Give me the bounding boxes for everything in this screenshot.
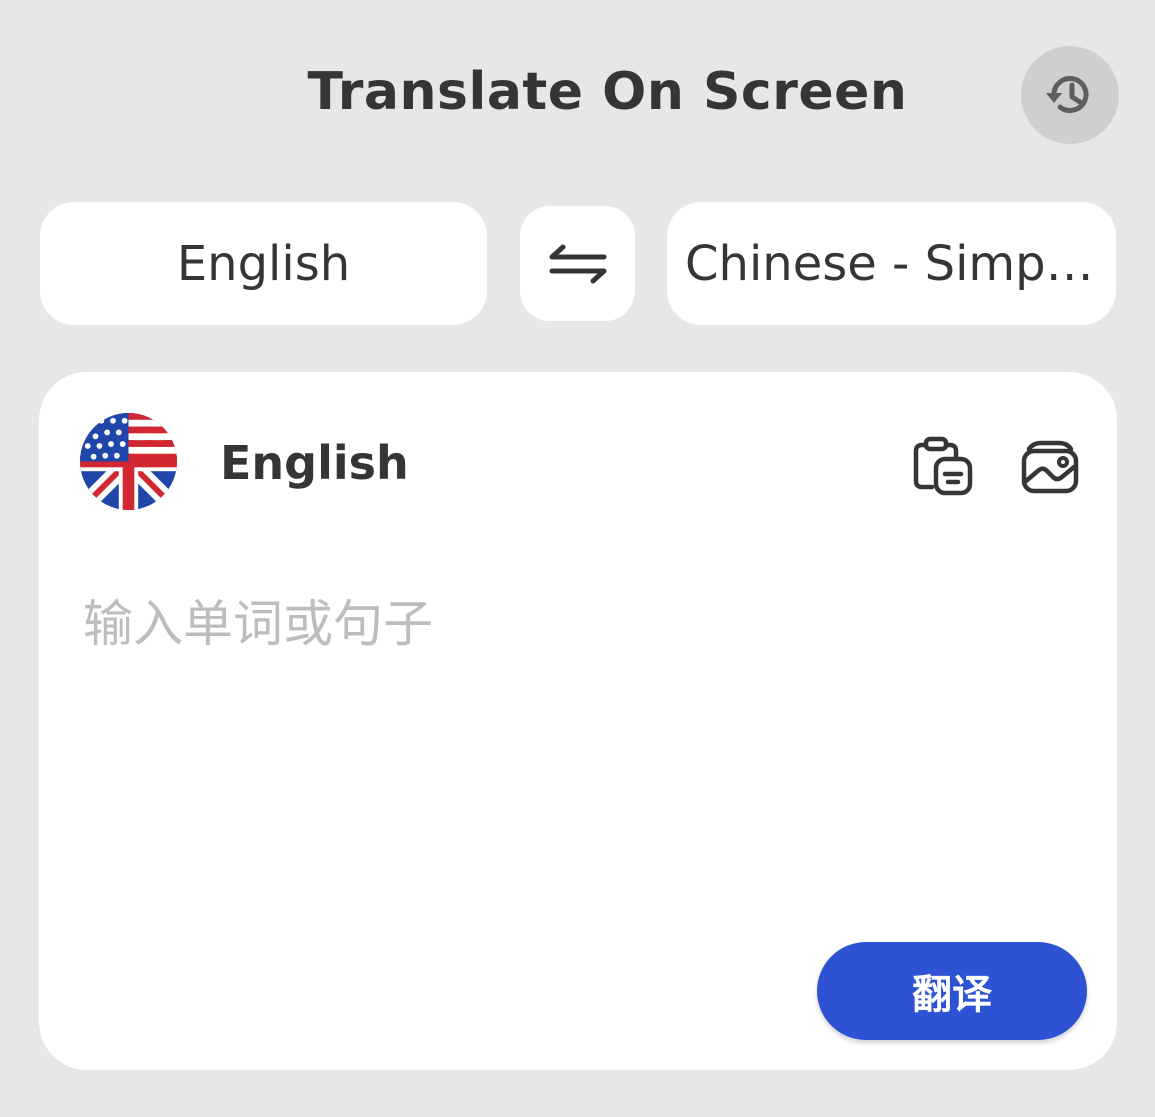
image-icon (1021, 440, 1079, 494)
translate-button[interactable]: 翻译 (817, 942, 1087, 1040)
image-translate-button[interactable] (1019, 436, 1081, 498)
source-text-input[interactable] (83, 584, 1063, 924)
swap-languages-button[interactable] (520, 206, 635, 321)
target-language-selector[interactable]: Chinese - Simpli... (667, 202, 1116, 325)
source-language-selector[interactable]: English (40, 202, 487, 325)
paste-button[interactable] (911, 434, 975, 498)
clipboard-paste-icon (913, 436, 973, 496)
page-title: Translate On Screen (307, 62, 908, 122)
swap-arrows-icon (549, 244, 606, 283)
translate-button-label: 翻译 (912, 972, 992, 1018)
source-language-label: English (176, 235, 351, 292)
input-language-label: English (220, 436, 409, 490)
input-card: English 翻译 (39, 372, 1117, 1070)
history-icon (1046, 76, 1089, 113)
us-uk-flag-icon (80, 413, 177, 510)
target-language-label: Chinese - Simpli... (685, 235, 1098, 292)
history-button[interactable] (1021, 46, 1119, 144)
